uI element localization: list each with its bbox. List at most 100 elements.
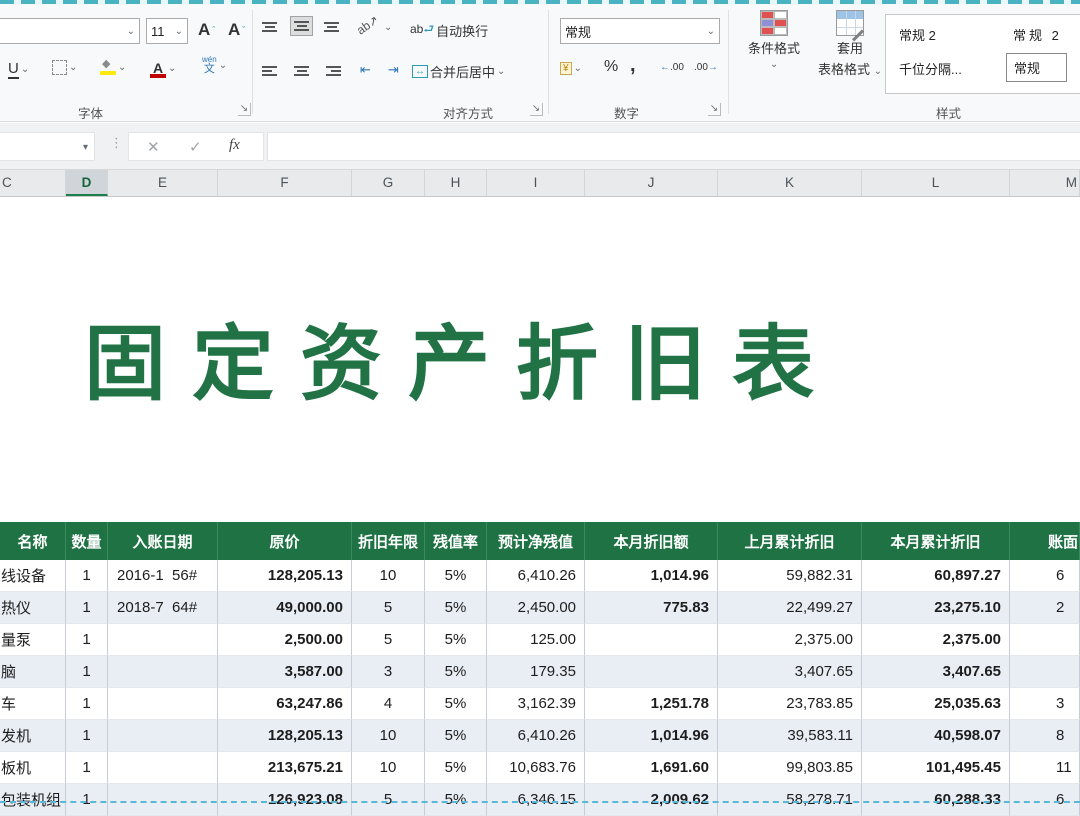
table-cell[interactable]: [1010, 624, 1080, 656]
align-top-button[interactable]: [262, 20, 277, 34]
table-cell[interactable]: 10: [352, 752, 425, 784]
table-cell[interactable]: 6,410.26: [487, 560, 585, 592]
table-cell[interactable]: 2,375.00: [718, 624, 862, 656]
table-cell[interactable]: 1: [66, 560, 108, 592]
borders-button[interactable]: ⌄: [52, 60, 77, 75]
table-cell[interactable]: 6: [1010, 560, 1080, 592]
shrink-font-button[interactable]: Aˇ: [228, 20, 245, 40]
number-dialog-launcher[interactable]: ↘: [708, 103, 721, 116]
align-right-button[interactable]: [326, 64, 341, 78]
table-cell[interactable]: 1: [66, 688, 108, 720]
table-cell[interactable]: 脑: [0, 656, 66, 688]
enter-icon[interactable]: ✓: [189, 138, 202, 156]
table-cell[interactable]: 4: [352, 688, 425, 720]
table-cell[interactable]: 热仪: [0, 592, 66, 624]
phonetic-guide-button[interactable]: wén 文 ⌄: [202, 56, 227, 75]
table-header-cell[interactable]: 折旧年限: [352, 522, 425, 560]
table-cell[interactable]: 5%: [425, 752, 487, 784]
table-cell[interactable]: 量泵: [0, 624, 66, 656]
table-cell[interactable]: 39,583.11: [718, 720, 862, 752]
underline-button[interactable]: U ⌄: [8, 60, 29, 79]
table-cell[interactable]: 1,014.96: [585, 720, 718, 752]
wrap-text-button[interactable]: ab⮐ 自动换行: [410, 20, 488, 41]
table-cell[interactable]: 发机: [0, 720, 66, 752]
number-format-combo[interactable]: 常规 ⌄: [560, 18, 720, 44]
table-cell[interactable]: 5%: [425, 784, 487, 816]
table-cell[interactable]: 213,675.21: [218, 752, 352, 784]
column-header-G[interactable]: G: [352, 170, 425, 196]
percent-style-button[interactable]: %: [604, 58, 618, 76]
decrease-indent-button[interactable]: ⇤: [360, 62, 371, 78]
grow-font-button[interactable]: Aˆ: [198, 20, 215, 40]
alignment-dialog-launcher[interactable]: ↘: [530, 103, 543, 116]
table-cell[interactable]: 6,346.15: [487, 784, 585, 816]
table-cell[interactable]: 49,000.00: [218, 592, 352, 624]
column-header-E[interactable]: E: [108, 170, 218, 196]
column-header-C[interactable]: C: [0, 170, 66, 196]
table-cell[interactable]: 179.35: [487, 656, 585, 688]
table-cell[interactable]: 128,205.13: [218, 560, 352, 592]
table-cell[interactable]: 63,247.86: [218, 688, 352, 720]
table-cell[interactable]: 3,407.65: [862, 656, 1010, 688]
table-cell[interactable]: [108, 624, 218, 656]
table-cell[interactable]: 1: [66, 720, 108, 752]
table-header-cell[interactable]: 原价: [218, 522, 352, 560]
table-header-cell[interactable]: 预计净残值: [487, 522, 585, 560]
increase-decimal-button[interactable]: ←.00: [660, 62, 684, 73]
table-cell[interactable]: 板机: [0, 752, 66, 784]
column-header-M[interactable]: M: [1010, 170, 1080, 196]
column-header-K[interactable]: K: [718, 170, 862, 196]
align-center-button[interactable]: [294, 64, 309, 78]
table-header-cell[interactable]: 残值率: [425, 522, 487, 560]
table-cell[interactable]: 线设备: [0, 560, 66, 592]
table-header-cell[interactable]: 入账日期: [108, 522, 218, 560]
table-cell[interactable]: 40,598.07: [862, 720, 1010, 752]
table-cell[interactable]: 5%: [425, 624, 487, 656]
cell-style-item-selected[interactable]: 常规: [1006, 53, 1067, 82]
cell-style-item[interactable]: 千位分隔...: [899, 59, 962, 78]
table-cell[interactable]: 125.00: [487, 624, 585, 656]
column-header-D[interactable]: D: [66, 170, 108, 196]
table-cell[interactable]: 1,014.96: [585, 560, 718, 592]
column-header-L[interactable]: L: [862, 170, 1010, 196]
sheet-area[interactable]: 固定资产折旧表 名称数量入账日期原价折旧年限残值率预计净残值本月折旧额上月累计折…: [0, 197, 1080, 809]
table-cell[interactable]: [1010, 656, 1080, 688]
table-cell[interactable]: 8: [1010, 720, 1080, 752]
table-cell[interactable]: 59,882.31: [718, 560, 862, 592]
table-cell[interactable]: 60,897.27: [862, 560, 1010, 592]
table-cell[interactable]: 128,205.13: [218, 720, 352, 752]
table-cell[interactable]: [585, 656, 718, 688]
table-cell[interactable]: 3,587.00: [218, 656, 352, 688]
table-cell[interactable]: 1: [66, 656, 108, 688]
table-cell[interactable]: 25,035.63: [862, 688, 1010, 720]
table-cell[interactable]: 3,407.65: [718, 656, 862, 688]
column-header-F[interactable]: F: [218, 170, 352, 196]
table-cell[interactable]: 22,499.27: [718, 592, 862, 624]
table-cell[interactable]: 2: [1010, 592, 1080, 624]
table-cell[interactable]: 58,278.71: [718, 784, 862, 816]
table-cell[interactable]: 5%: [425, 688, 487, 720]
formula-input[interactable]: [267, 132, 1080, 161]
table-cell[interactable]: 包装机组: [0, 784, 66, 816]
table-header-cell[interactable]: 上月累计折旧: [718, 522, 862, 560]
table-header-cell[interactable]: 本月累计折旧: [862, 522, 1010, 560]
table-cell[interactable]: 5: [352, 592, 425, 624]
font-color-button[interactable]: A ⌄: [150, 60, 176, 76]
table-cell[interactable]: [108, 688, 218, 720]
format-as-table-button[interactable]: 套用 表格格式 ⌄: [818, 10, 882, 78]
orientation-chevron[interactable]: ⌄: [384, 22, 392, 33]
merge-center-button[interactable]: ↔ 合并后居中 ⌄: [412, 62, 505, 81]
table-cell[interactable]: 23,783.85: [718, 688, 862, 720]
table-cell[interactable]: 101,495.45: [862, 752, 1010, 784]
table-cell[interactable]: [108, 656, 218, 688]
table-cell[interactable]: 126,923.08: [218, 784, 352, 816]
table-cell[interactable]: 775.83: [585, 592, 718, 624]
table-cell[interactable]: 10,683.76: [487, 752, 585, 784]
table-cell[interactable]: 5: [352, 624, 425, 656]
table-cell[interactable]: [585, 624, 718, 656]
align-bottom-button[interactable]: [324, 20, 339, 34]
table-cell[interactable]: 5: [352, 784, 425, 816]
table-cell[interactable]: 10: [352, 560, 425, 592]
fill-color-button[interactable]: ⌄: [100, 60, 126, 75]
table-cell[interactable]: 99,803.85: [718, 752, 862, 784]
